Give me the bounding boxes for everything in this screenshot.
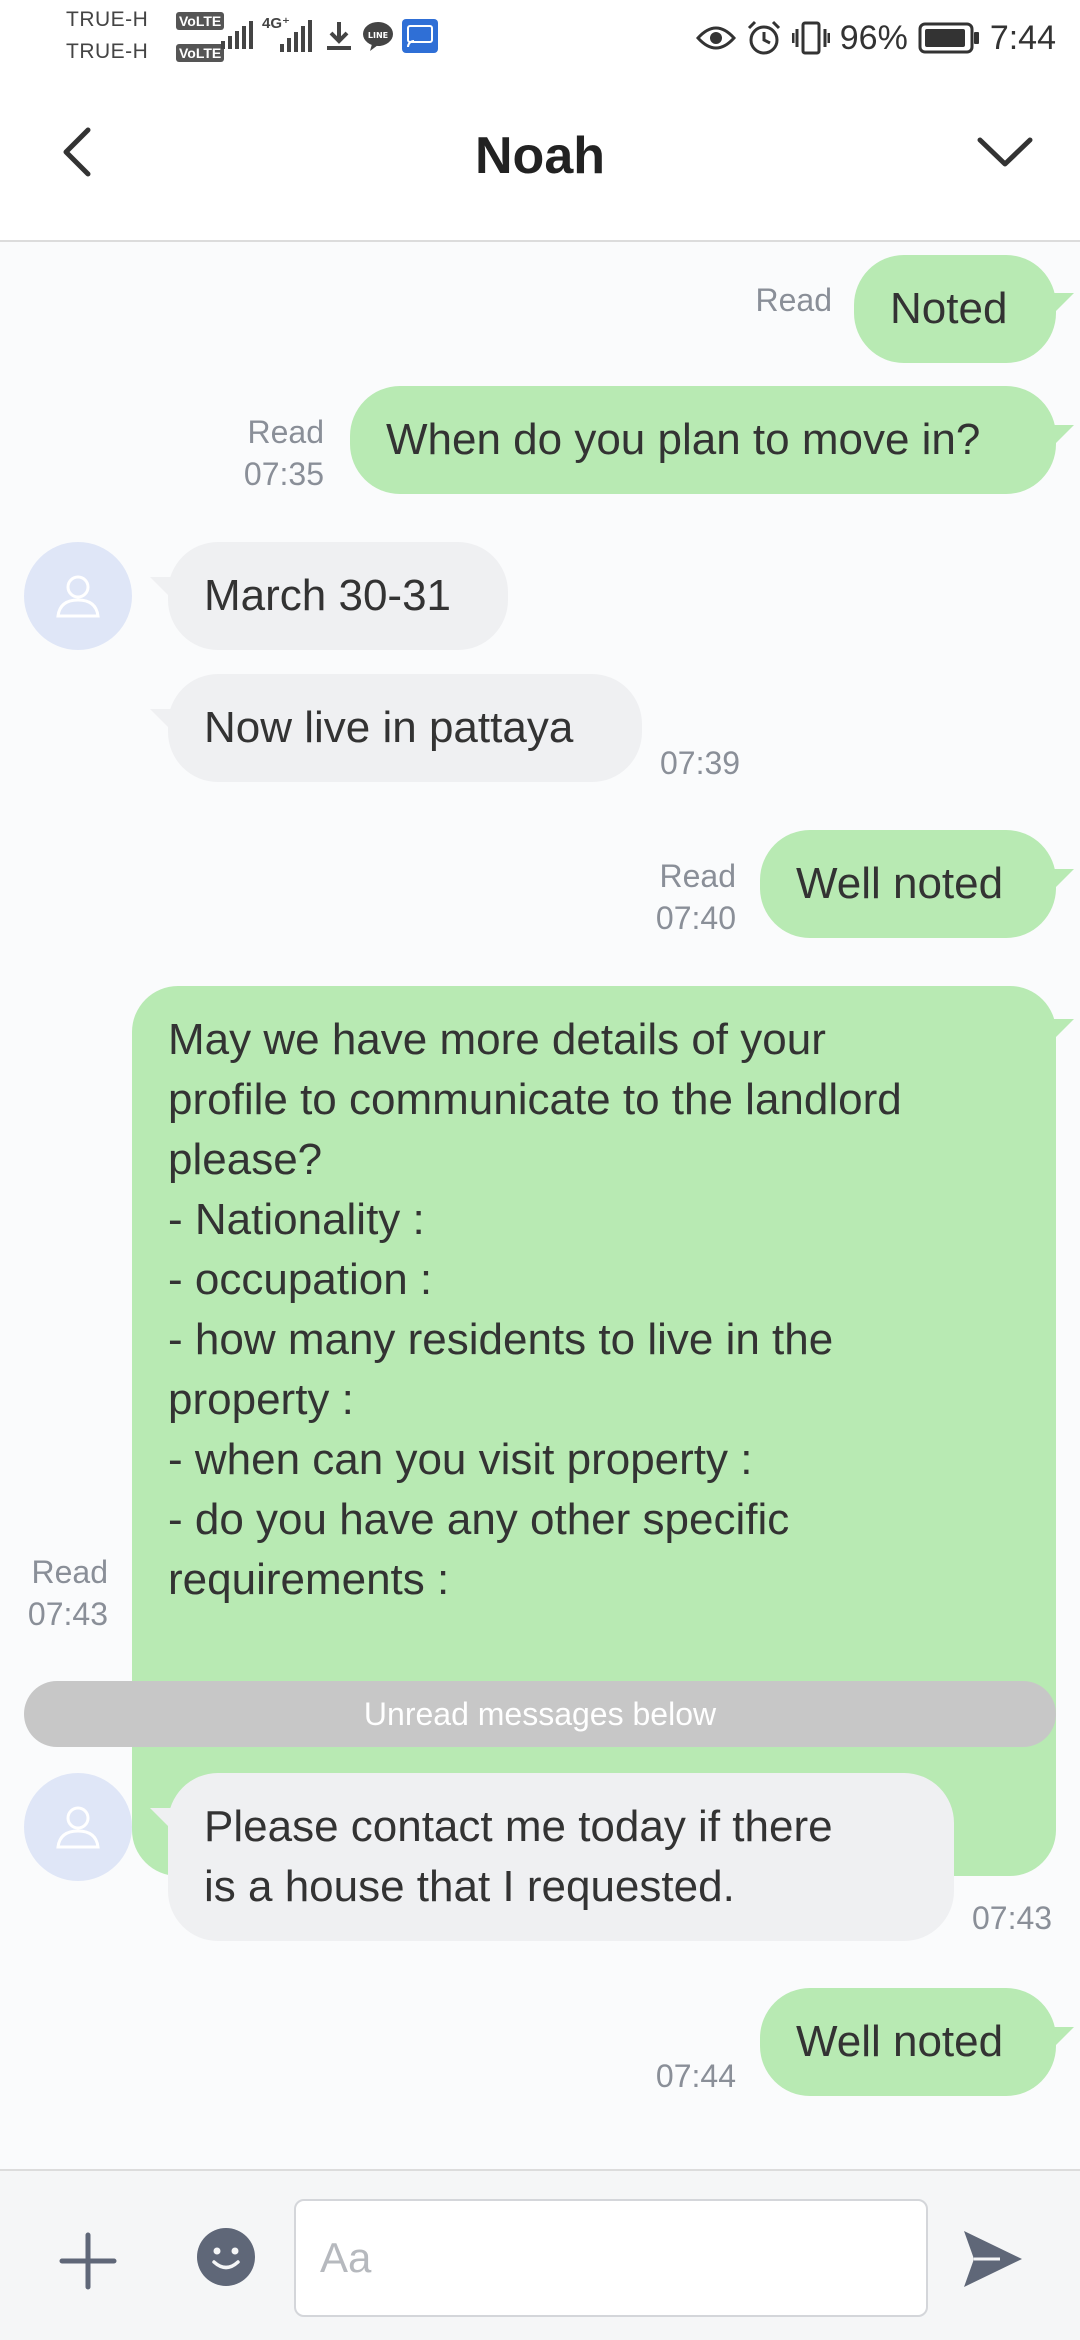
chat-menu-button[interactable]	[970, 120, 1040, 184]
user-icon	[56, 1806, 100, 1849]
signal-4g-icon: 4G⁺	[262, 15, 316, 54]
vibrate-icon	[791, 21, 830, 55]
message-composer	[0, 2169, 1080, 2340]
message-status: Read	[31, 1554, 109, 1590]
plus-icon	[59, 2232, 117, 2290]
message-status: Read	[659, 858, 737, 894]
bubble-tail	[1052, 293, 1074, 315]
alarm-icon	[747, 20, 780, 55]
attach-button[interactable]	[56, 2229, 120, 2293]
battery-percent: 96%	[839, 18, 908, 57]
bubble-tail	[150, 709, 172, 731]
message-time: 07:39	[660, 745, 741, 781]
cast-icon	[402, 19, 438, 53]
chat-header: Noah	[0, 76, 1080, 242]
message-bubble-incoming[interactable]: Please contact me today if there is a ho…	[168, 1773, 954, 1941]
send-button[interactable]	[960, 2227, 1026, 2291]
volte-badge-2: VoLTE	[176, 44, 225, 62]
status-bar: TRUE-H VoLTE TRUE-H VoLTE 4G⁺ LINE 96% 7…	[0, 0, 1080, 76]
message-bubble-outgoing[interactable]: When do you plan to move in?	[350, 386, 1056, 494]
status-icons-left: 4G⁺ LINE	[220, 14, 438, 58]
avatar[interactable]	[24, 1773, 132, 1881]
carrier-label-2: TRUE-H	[66, 40, 149, 63]
eye-icon	[695, 26, 736, 50]
bubble-tail	[1052, 869, 1074, 891]
chat-title: Noah	[475, 127, 605, 185]
status-time: 7:44	[989, 18, 1056, 57]
message-status: Read	[755, 282, 833, 318]
signal-icon	[221, 21, 253, 49]
message-bubble-incoming[interactable]: March 30-31	[168, 542, 508, 650]
message-status: Read	[247, 414, 325, 450]
message-bubble-outgoing[interactable]: Well noted	[760, 830, 1056, 938]
avatar[interactable]	[24, 542, 132, 650]
status-icons-right: 96% 7:44	[695, 14, 1056, 62]
bubble-tail	[1052, 1019, 1074, 1041]
carrier-label-1: TRUE-H	[66, 8, 149, 31]
message-time: 07:35	[243, 456, 324, 492]
battery-icon	[918, 22, 979, 54]
unread-divider: Unread messages below	[24, 1681, 1056, 1747]
bubble-tail	[1052, 425, 1074, 447]
user-icon	[56, 575, 100, 618]
bubble-tail	[150, 1808, 172, 1830]
message-time: 07:40	[655, 900, 736, 936]
message-time: 07:43	[972, 1900, 1053, 1936]
message-bubble-incoming[interactable]: Now live in pattaya	[168, 674, 642, 782]
message-bubble-outgoing[interactable]: Noted	[854, 255, 1056, 363]
chevron-down-icon	[977, 137, 1033, 167]
message-input[interactable]	[294, 2199, 928, 2317]
bubble-tail	[1052, 2027, 1074, 2049]
download-icon	[327, 22, 351, 50]
smiley-icon	[197, 2228, 255, 2286]
bubble-tail	[150, 577, 172, 599]
message-list[interactable]: Read Noted Read 07:35 When do you plan t…	[0, 243, 1080, 2169]
emoji-button[interactable]	[196, 2227, 256, 2287]
message-bubble-outgoing[interactable]: Well noted	[760, 1988, 1056, 2096]
line-icon: LINE	[363, 22, 393, 51]
message-time: 07:44	[655, 2058, 736, 2094]
message-time: 07:43	[27, 1596, 108, 1632]
chat-screen: TRUE-H VoLTE TRUE-H VoLTE 4G⁺ LINE 96% 7…	[0, 0, 1080, 2340]
svg-text:LINE: LINE	[368, 31, 388, 40]
volte-badge-1: VoLTE	[176, 12, 225, 30]
